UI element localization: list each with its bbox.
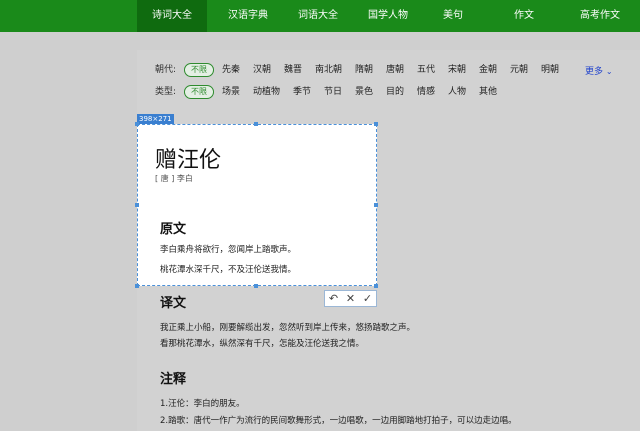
resize-handle[interactable] <box>254 122 258 126</box>
resize-handle[interactable] <box>374 284 378 288</box>
type-option[interactable]: 目的 <box>386 84 404 100</box>
translation-line: 看那桃花潭水，纵然深有千尺，怎能及汪伦送我之情。 <box>160 339 365 349</box>
nav-item-dictionary[interactable]: 汉语字典 <box>218 0 278 32</box>
dynasty-filter-all[interactable]: 不限 <box>184 63 214 77</box>
type-option[interactable]: 人物 <box>448 84 466 100</box>
nav-item-figures[interactable]: 国学人物 <box>358 0 418 32</box>
original-line: 桃花潭水深千尺，不及汪伦送我情。 <box>160 265 297 275</box>
undo-icon[interactable]: ↶ <box>326 291 341 306</box>
nav-item-poetry[interactable]: 诗词大全 <box>137 0 207 32</box>
nav-item-sentences[interactable]: 美句 <box>433 0 473 32</box>
translation-line: 我正乘上小船，刚要解缆出发，忽然听到岸上传来，悠扬踏歌之声。 <box>160 323 416 333</box>
capture-selection[interactable]: 赠汪伦 [ 唐 ] 李白 原文 李白乘舟将欲行，忽闻岸上踏歌声。 桃花潭水深千尺… <box>137 124 377 286</box>
resize-handle[interactable] <box>374 203 378 207</box>
resize-handle[interactable] <box>254 284 258 288</box>
resize-handle[interactable] <box>135 122 139 126</box>
type-option[interactable]: 季节 <box>293 84 311 100</box>
resize-handle[interactable] <box>135 284 139 288</box>
type-option[interactable]: 场景 <box>222 84 240 100</box>
resize-handle[interactable] <box>135 203 139 207</box>
type-option[interactable]: 节日 <box>324 84 342 100</box>
dynasty-option[interactable]: 宋朝 <box>448 62 466 78</box>
type-option[interactable]: 动植物 <box>253 84 280 100</box>
original-line: 李白乘舟将欲行，忽闻岸上踏歌声。 <box>160 245 297 255</box>
original-heading: 原文 <box>160 222 187 237</box>
dynasty-option[interactable]: 唐朝 <box>386 62 404 78</box>
dynasty-option[interactable]: 魏晋 <box>284 62 302 78</box>
type-option[interactable]: 情感 <box>417 84 435 100</box>
notes-heading: 注释 <box>160 372 187 387</box>
nav-item-essay[interactable]: 作文 <box>504 0 544 32</box>
dynasty-option[interactable]: 元朝 <box>510 62 528 78</box>
confirm-icon[interactable]: ✓ <box>360 291 375 306</box>
more-dynasties-link[interactable]: 更多 ⌄ <box>585 64 613 77</box>
capture-toolbar: ↶ ✕ ✓ <box>324 290 377 307</box>
note-line: 2.踏歌：唐代一作广为流行的民间歌舞形式，一边唱歌，一边用脚踏地打拍子，可以边走… <box>160 416 517 426</box>
close-icon[interactable]: ✕ <box>343 291 358 306</box>
dynasty-option[interactable]: 明朝 <box>541 62 559 78</box>
nav-item-gaokao-essay[interactable]: 高考作文 <box>570 0 630 32</box>
more-label: 更多 <box>585 67 604 77</box>
nav-item-words[interactable]: 词语大全 <box>288 0 348 32</box>
selection-size-label: 398×271 <box>137 114 174 124</box>
poem-author: [ 唐 ] 李白 <box>155 174 193 183</box>
dynasty-option[interactable]: 南北朝 <box>315 62 342 78</box>
type-option[interactable]: 其他 <box>479 84 497 100</box>
chevron-down-icon: ⌄ <box>605 67 613 76</box>
dynasty-option[interactable]: 先秦 <box>222 62 240 78</box>
note-line: 1.汪伦：李白的朋友。 <box>160 399 245 409</box>
type-filter-label: 类型: <box>155 87 177 97</box>
translation-heading: 译文 <box>160 296 187 311</box>
resize-handle[interactable] <box>374 122 378 126</box>
poem-title: 赠汪伦 <box>155 148 222 173</box>
dynasty-filter-label: 朝代: <box>155 65 177 75</box>
dynasty-option[interactable]: 五代 <box>417 62 435 78</box>
dynasty-option[interactable]: 金朝 <box>479 62 497 78</box>
type-filter-all[interactable]: 不限 <box>184 85 214 99</box>
type-option[interactable]: 景色 <box>355 84 373 100</box>
dynasty-option[interactable]: 汉朝 <box>253 62 271 78</box>
top-navigation: 诗词大全 汉语字典 词语大全 国学人物 美句 作文 高考作文 <box>0 0 640 32</box>
dynasty-option[interactable]: 隋朝 <box>355 62 373 78</box>
